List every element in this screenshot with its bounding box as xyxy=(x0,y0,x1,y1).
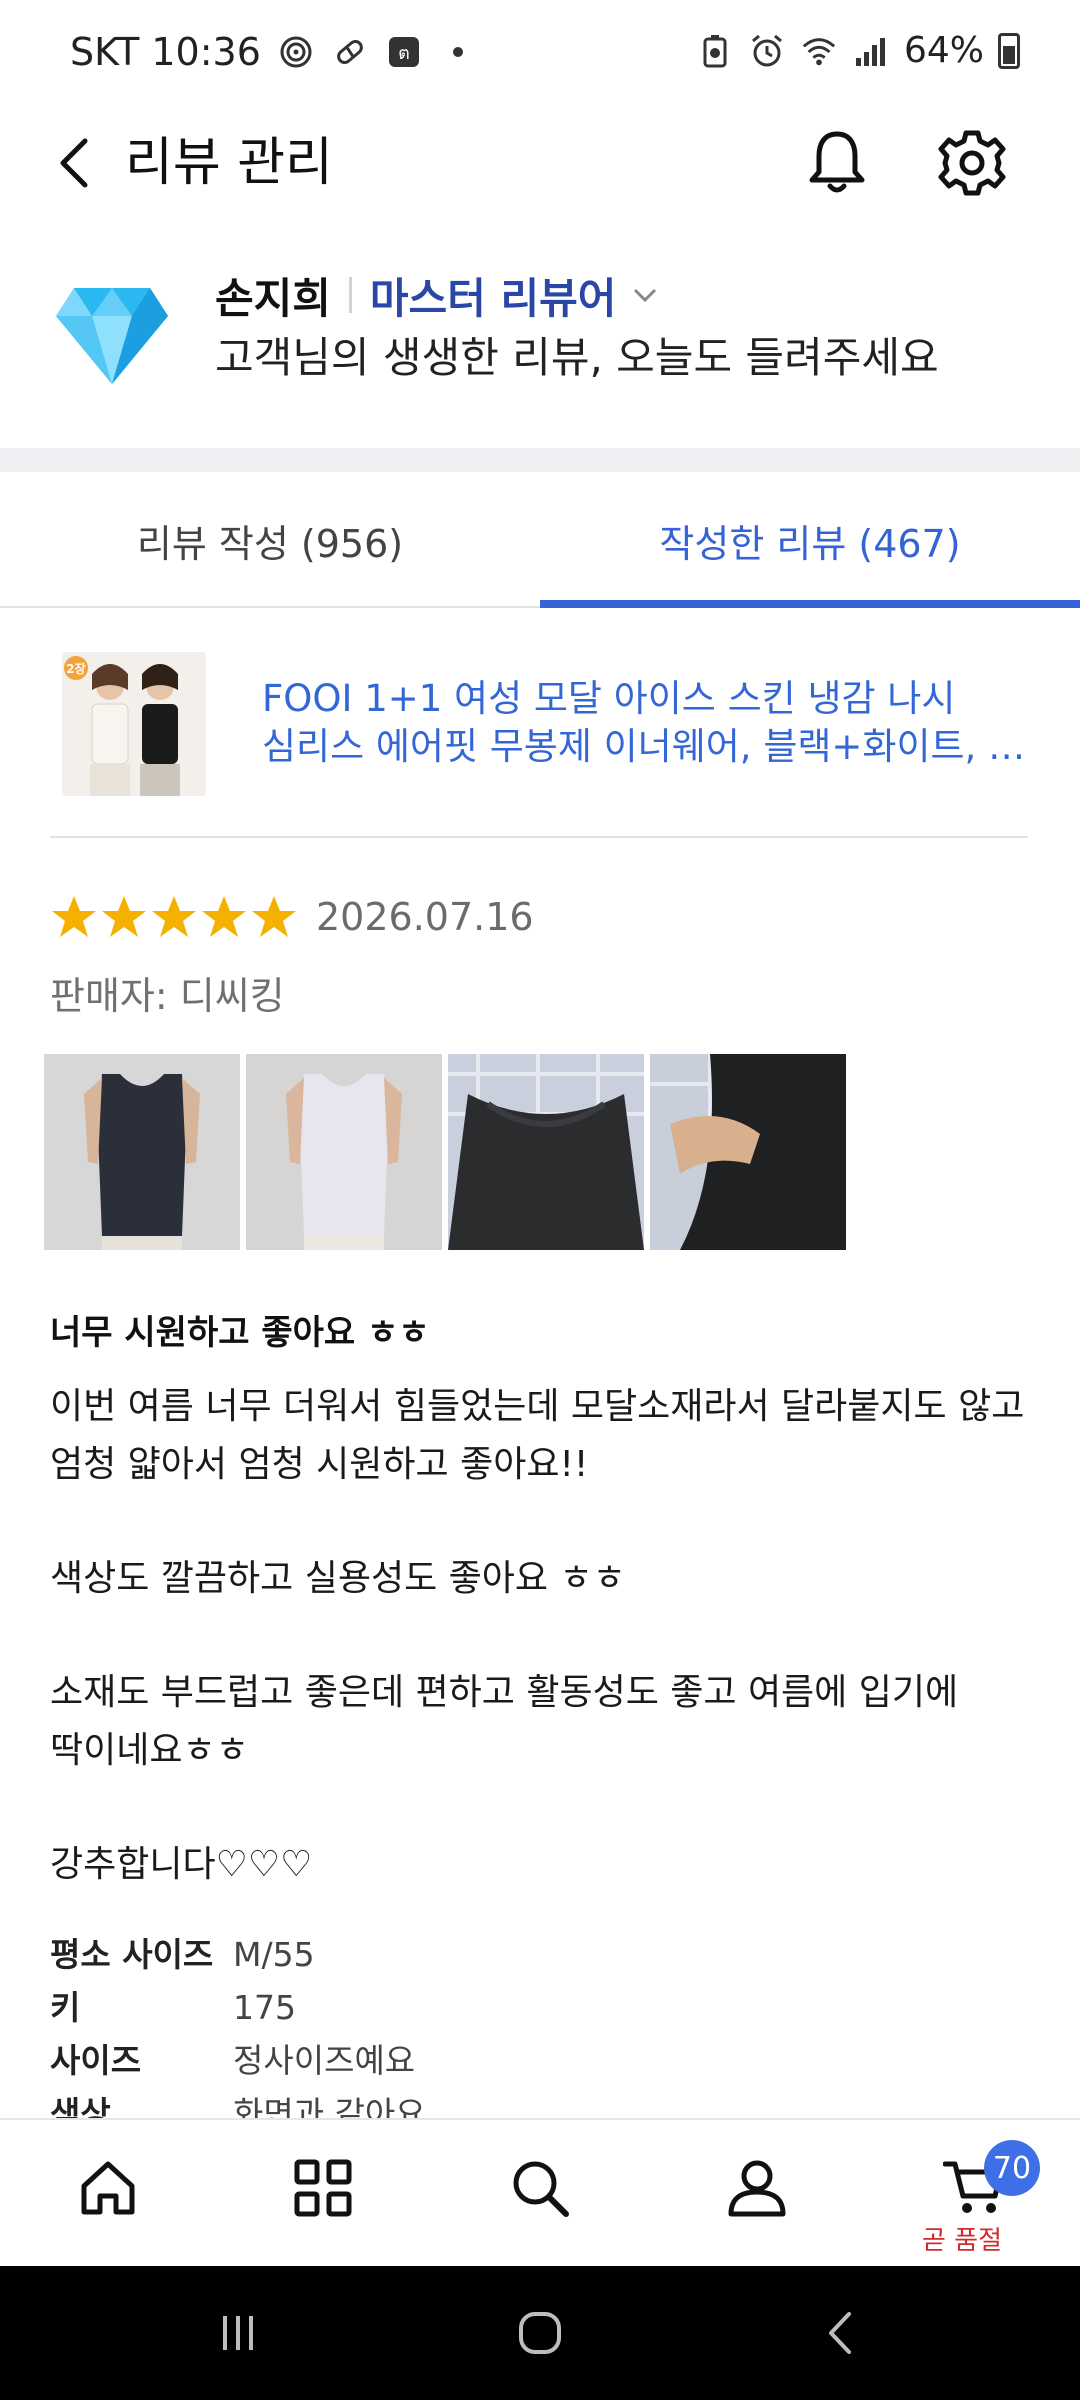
home-system-button[interactable] xyxy=(500,2298,580,2368)
active-tab-indicator xyxy=(540,600,1080,608)
review-text-line: 엄청 얇아서 엄청 시원하고 좋아요!! xyxy=(50,1444,589,1485)
home-circle-icon xyxy=(519,2312,561,2354)
recent-apps-button[interactable] xyxy=(198,2298,278,2368)
nfc-icon xyxy=(277,33,315,71)
spec-row: 평소 사이즈 M/55 xyxy=(50,1928,426,1981)
product-row[interactable]: 2장 FOOI 1+1 여성 모달 아이스 스킨 냉감 나시 심리스 에어핏 무… xyxy=(0,640,1080,840)
spec-value: 175 xyxy=(233,1988,296,2027)
wifi-icon xyxy=(800,32,838,70)
review-date: 2026.07.16 xyxy=(316,895,534,939)
back-button[interactable] xyxy=(40,128,110,198)
notification-button[interactable] xyxy=(800,126,874,200)
review-text-line: 이번 여름 너무 더워서 힘들었는데 모달소재라서 달라붙지도 않고 xyxy=(50,1386,1025,1427)
gear-icon xyxy=(938,130,1006,196)
star-icon xyxy=(102,896,146,937)
review-photos xyxy=(44,1054,846,1250)
page-title: 리뷰 관리 xyxy=(125,133,333,193)
app-notification-icon: ต xyxy=(385,33,423,71)
spec-row: 사이즈 정사이즈예요 xyxy=(50,2034,426,2087)
star-icon xyxy=(202,896,246,937)
bell-icon xyxy=(809,131,865,193)
spec-row: 키 175 xyxy=(50,1981,426,2034)
reviewer-grade: 마스터 리뷰어 xyxy=(369,273,617,323)
nav-search-button[interactable] xyxy=(500,2148,580,2228)
home-icon xyxy=(81,2161,135,2215)
app-header: 리뷰 관리 xyxy=(0,110,1080,220)
dot-icon xyxy=(439,33,477,71)
rating-row: 2026.07.16 xyxy=(50,893,534,941)
review-text-line: 소재도 부드럽고 좋은데 편하고 활동성도 좋고 여름에 입기에 xyxy=(50,1672,959,1713)
product-badge: 2장 xyxy=(66,662,85,676)
cart-soldout-label: 곧 품절 xyxy=(922,2226,1003,2256)
section-separator xyxy=(0,448,1080,472)
status-right: 64% xyxy=(696,30,1020,71)
review-photo[interactable] xyxy=(448,1054,644,1250)
review-spec-table: 평소 사이즈 M/55 키 175 사이즈 정사이즈예요 색상 화면과 같아요 xyxy=(50,1928,426,2140)
chevron-down-icon xyxy=(634,288,657,303)
review-text-line: 강추합니다♡♡♡ xyxy=(50,1844,313,1885)
system-navigation-bar xyxy=(0,2266,1080,2400)
cart-count-badge: 70 xyxy=(984,2140,1040,2196)
alarm-icon xyxy=(748,32,786,70)
review-text-line: 딱이네요ㅎㅎ xyxy=(50,1730,249,1771)
star-icon xyxy=(252,896,296,937)
nav-mypage-button[interactable] xyxy=(717,2148,797,2228)
back-arrow-icon xyxy=(60,138,88,188)
seller-name: 판매자: 디씨킹 xyxy=(50,974,285,1018)
battery-percent: 64% xyxy=(903,30,984,71)
product-thumbnail[interactable]: 2장 xyxy=(62,652,206,796)
pill-icon xyxy=(331,33,369,71)
search-icon xyxy=(513,2161,569,2217)
battery-icon xyxy=(998,32,1020,69)
product-title-line1: FOOI 1+1 여성 모달 아이스 스킨 냉감 나시 xyxy=(262,677,956,720)
profile-section: 손지희 마스터 리뷰어 고객님의 생생한 리뷰, 오늘도 들려주세요 xyxy=(0,240,1080,440)
review-body: 이번 여름 너무 더워서 힘들었는데 모달소재라서 달라붙지도 않고 엄청 얇아… xyxy=(50,1378,1040,1894)
status-left: SKT 10:36 ต xyxy=(70,30,477,74)
spec-key: 키 xyxy=(50,1988,81,2027)
category-icon xyxy=(294,2159,352,2217)
profile-subtitle: 고객님의 생생한 리뷰, 오늘도 들려주세요 xyxy=(215,333,939,382)
divider xyxy=(50,836,1028,838)
review-tabs: 리뷰 작성 (956) 작성한 리뷰 (467) xyxy=(0,472,1080,608)
product-title-line2: 심리스 에어핏 무봉제 이너웨어, 블랙+화이트, 3... xyxy=(262,725,1032,768)
nav-home-button[interactable] xyxy=(68,2148,148,2228)
spec-value: 정사이즈예요 xyxy=(233,2041,416,2080)
nav-category-button[interactable] xyxy=(283,2148,363,2228)
tab-written-reviews[interactable]: 작성한 리뷰 (467) xyxy=(540,472,1080,608)
svg-text:ต: ต xyxy=(398,43,410,64)
spec-key: 평소 사이즈 xyxy=(50,1935,214,1974)
profile-name: 손지희 xyxy=(215,273,331,323)
product-title[interactable]: FOOI 1+1 여성 모달 아이스 스킨 냉감 나시 심리스 에어핏 무봉제 … xyxy=(262,675,1032,771)
spec-key: 사이즈 xyxy=(50,2041,142,2080)
signal-icon xyxy=(852,32,890,70)
bottom-navigation: 70 곧 품절 xyxy=(0,2118,1080,2266)
status-bar: SKT 10:36 ต 64% xyxy=(0,0,1080,110)
back-chevron-icon xyxy=(829,2312,851,2354)
diamond-grade-icon xyxy=(52,280,172,390)
star-icon xyxy=(52,896,96,937)
carrier-time: SKT 10:36 xyxy=(70,30,261,74)
review-photo[interactable] xyxy=(650,1054,846,1250)
spec-value: M/55 xyxy=(233,1935,315,1974)
star-icon xyxy=(152,896,196,937)
review-headline: 너무 시원하고 좋아요 ㅎㅎ xyxy=(50,1313,430,1353)
review-text-line: 색상도 깔끔하고 실용성도 좋아요 ㅎㅎ xyxy=(50,1558,626,1599)
recent-apps-icon xyxy=(223,2316,253,2350)
review-photo[interactable] xyxy=(246,1054,442,1250)
profile-name-row[interactable]: 손지희 마스터 리뷰어 xyxy=(215,265,660,325)
profile-icon xyxy=(728,2160,786,2217)
back-system-button[interactable] xyxy=(802,2298,882,2368)
settings-button[interactable] xyxy=(935,126,1009,200)
tab-write-review[interactable]: 리뷰 작성 (956) xyxy=(0,472,540,608)
name-divider xyxy=(348,277,352,313)
review-photo[interactable] xyxy=(44,1054,240,1250)
battery-saver-icon xyxy=(696,32,734,70)
